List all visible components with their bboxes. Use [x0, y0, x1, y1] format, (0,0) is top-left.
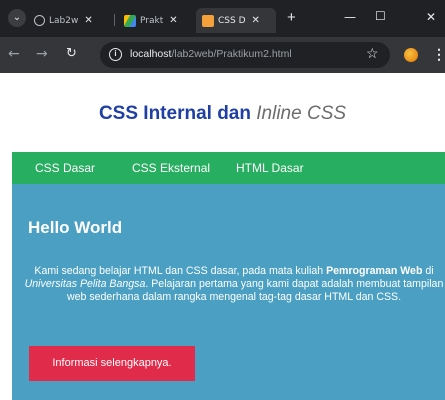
navbar: CSS Dasar CSS Eksternal HTML Dasar: [12, 152, 445, 184]
tab-css-dasar[interactable]: CSS D ✕: [196, 8, 276, 33]
hero-text-italic: Universitas Pelita Bangsa: [24, 278, 146, 290]
page-title-main: CSS Internal dan: [98, 103, 257, 124]
reload-icon[interactable]: ↻: [66, 47, 77, 61]
window-close-icon[interactable]: ✕: [426, 10, 436, 24]
more-info-button[interactable]: Informasi selengkapnya.: [29, 346, 195, 381]
page-viewport: CSS Internal dan Inline CSS CSS Dasar CS…: [0, 73, 445, 400]
minimize-icon[interactable]: —: [344, 10, 356, 24]
url-host: localhost: [130, 48, 172, 60]
browser-toolbar: ← → ↻ i localhost/lab2web/Praktikum2.htm…: [0, 37, 445, 73]
extension-icon[interactable]: [404, 48, 418, 62]
hero-title: Hello World: [28, 218, 123, 237]
page-title: CSS Internal dan Inline CSS: [0, 103, 445, 125]
menu-kebab-icon[interactable]: ⋮: [432, 47, 445, 61]
hero-text-part: di: [422, 265, 434, 277]
hero-text-bold: Pemrograman Web: [326, 265, 423, 277]
forward-icon[interactable]: →: [36, 47, 48, 61]
tab-title: CSS D: [218, 15, 246, 26]
github-icon: [34, 15, 45, 26]
address-bar[interactable]: i localhost/lab2web/Praktikum2.html: [100, 42, 390, 68]
close-icon[interactable]: ✕: [169, 15, 177, 26]
page-title-italic: Inline CSS: [256, 103, 347, 124]
html-icon: [202, 14, 214, 27]
nav-link-html-dasar[interactable]: HTML Dasar: [236, 161, 304, 175]
url-path: /lab2web/Praktikum2.html: [171, 48, 292, 60]
tab-title: Prakt: [140, 15, 164, 26]
close-icon[interactable]: ✕: [84, 15, 92, 26]
hero-paragraph: Kami sedang belajar HTML dan CSS dasar, …: [20, 265, 445, 304]
browser-tabstrip: ⌄ Lab2w ✕ Prakt ✕ CSS D ✕ + — ☐ ✕: [0, 0, 445, 37]
tab-lab2web[interactable]: Lab2w ✕: [34, 8, 93, 33]
tab-search-icon[interactable]: ⌄: [8, 9, 26, 27]
hero-text-part: Kami sedang belajar HTML dan CSS dasar, …: [34, 265, 327, 277]
back-icon[interactable]: ←: [8, 47, 20, 61]
maximize-icon[interactable]: ☐: [375, 9, 386, 23]
close-icon[interactable]: ✕: [252, 15, 260, 26]
tab-title: Lab2w: [49, 15, 79, 26]
bookmark-star-icon[interactable]: ☆: [366, 46, 379, 60]
nav-link-css-dasar[interactable]: CSS Dasar: [35, 161, 95, 175]
tab-separator: [114, 14, 115, 26]
hero-section: Hello World Kami sedang belajar HTML dan…: [12, 184, 445, 400]
url-text[interactable]: localhost/lab2web/Praktikum2.html: [130, 48, 292, 60]
tab-praktikum[interactable]: Prakt ✕: [124, 8, 178, 33]
drive-icon: [124, 14, 136, 27]
info-icon[interactable]: i: [109, 48, 122, 61]
nav-link-css-eksternal[interactable]: CSS Eksternal: [132, 161, 210, 175]
new-tab-icon[interactable]: +: [287, 10, 296, 25]
